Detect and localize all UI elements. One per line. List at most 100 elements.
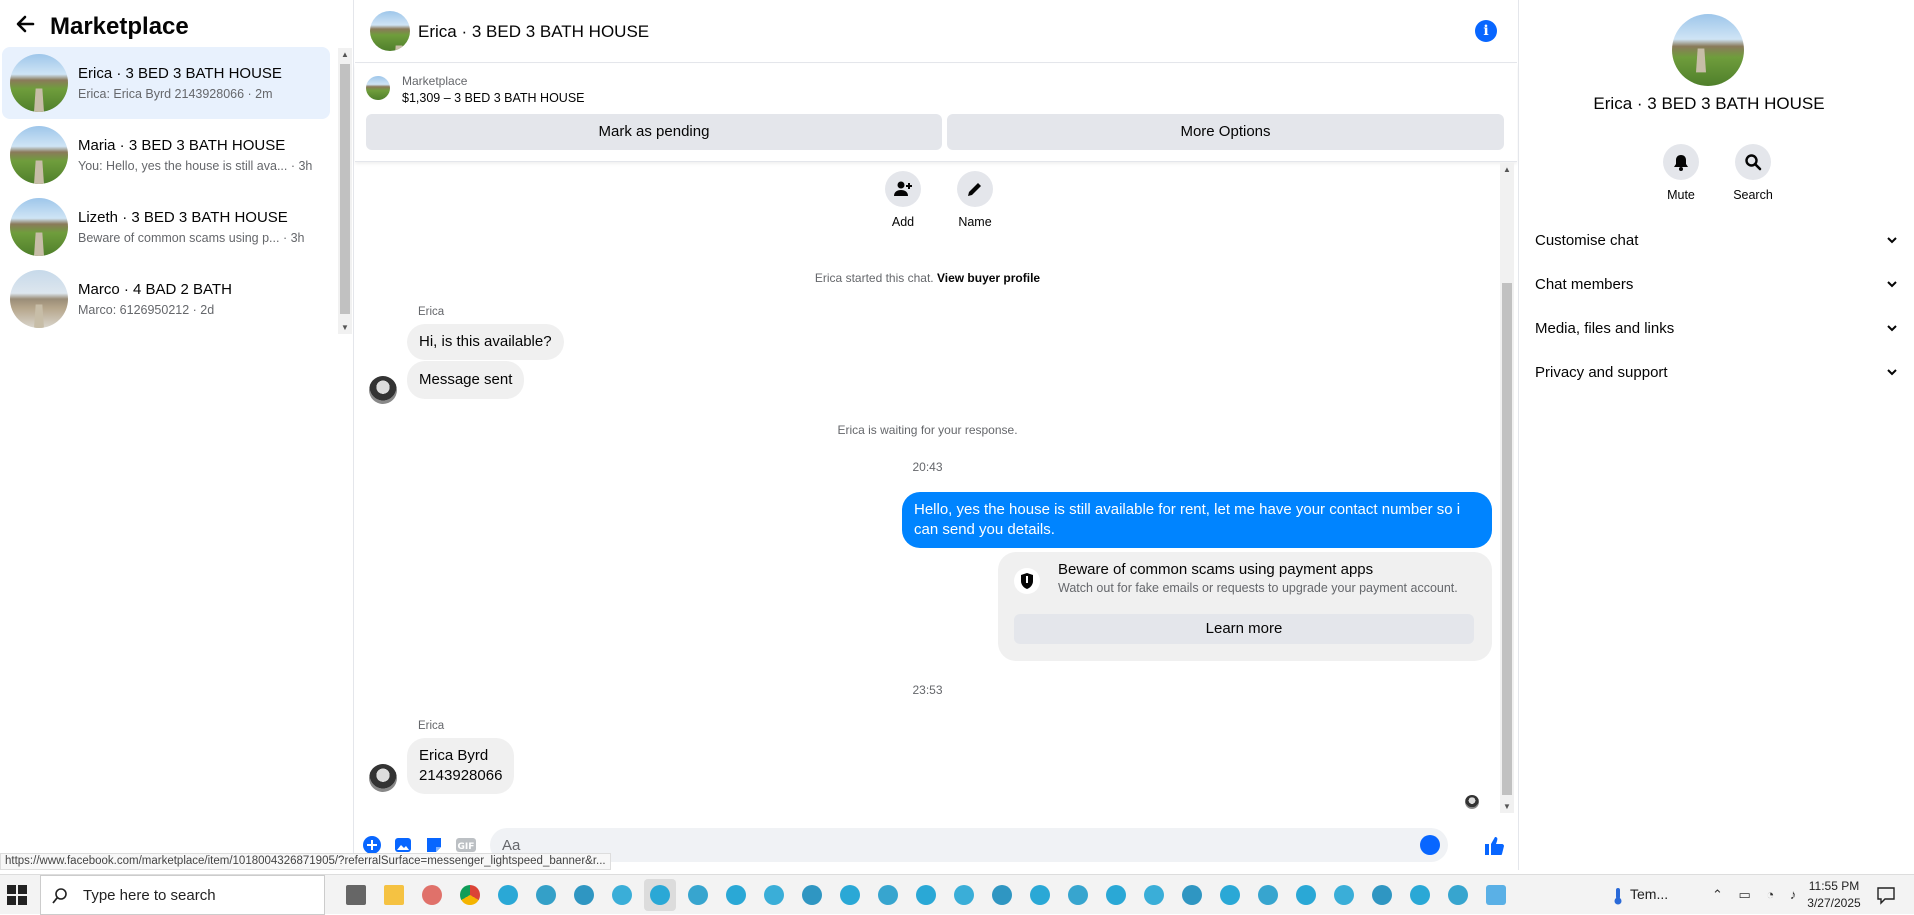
listing-thumbnail[interactable]	[366, 76, 390, 100]
notification-icon[interactable]	[1876, 885, 1896, 905]
thumbs-up-icon[interactable]	[1483, 835, 1504, 855]
scam-warning-card: Beware of common scams using payment app…	[998, 552, 1492, 661]
back-arrow-icon[interactable]	[14, 14, 36, 40]
add-label: Add	[891, 215, 915, 229]
incoming-message[interactable]: Message sent	[407, 361, 525, 399]
search-action[interactable]: Search	[1723, 144, 1783, 202]
privacy-support-section[interactable]: Privacy and support	[1535, 354, 1897, 390]
add-person-icon[interactable]	[885, 171, 921, 207]
conversation-item-erica[interactable]: Erica · 3 BED 3 BATH HOUSE Erica: Erica …	[2, 47, 330, 119]
sticker-icon[interactable]	[424, 835, 444, 855]
edge-profile-icon[interactable]	[758, 879, 790, 911]
edge-profile-icon[interactable]	[1024, 879, 1056, 911]
chat-members-section[interactable]: Chat members	[1535, 266, 1897, 302]
edge-profile-icon[interactable]	[948, 879, 980, 911]
listing-thumbnail	[10, 54, 68, 112]
edge-profile-icon[interactable]	[492, 879, 524, 911]
notepad-icon[interactable]	[1480, 879, 1512, 911]
edge-profile-icon[interactable]	[1062, 879, 1094, 911]
sidebar-scrollbar[interactable]: ▲ ▼	[338, 48, 352, 334]
edge-profile-icon[interactable]	[1290, 879, 1322, 911]
conversation-preview: You: Hello, yes the house is still ava..…	[78, 159, 313, 173]
chat-avatar-large[interactable]	[1672, 14, 1744, 86]
edge-profile-icon[interactable]	[530, 879, 562, 911]
incoming-message[interactable]: Erica Byrd 2143928066	[407, 738, 515, 794]
thermometer-icon[interactable]	[1612, 887, 1624, 910]
edge-profile-icon[interactable]	[1442, 879, 1474, 911]
scrollbar-thumb[interactable]	[340, 64, 350, 314]
edge-profile-icon[interactable]	[1100, 879, 1132, 911]
conversation-item-lizeth[interactable]: Lizeth · 3 BED 3 BATH HOUSE Beware of co…	[2, 191, 330, 263]
edge-profile-icon[interactable]	[606, 879, 638, 911]
incoming-message[interactable]: Hi, is this available?	[407, 324, 564, 360]
edge-profile-icon[interactable]	[1366, 879, 1398, 911]
chat-details-panel: Erica · 3 BED 3 BATH HOUSE Mute Search C…	[1518, 0, 1914, 870]
name-chat-action[interactable]: Name	[945, 171, 1005, 229]
view-buyer-profile-link[interactable]: View buyer profile	[937, 271, 1040, 285]
learn-more-button[interactable]: Learn more	[1014, 614, 1474, 644]
plus-icon[interactable]	[362, 835, 382, 855]
edge-profile-icon[interactable]	[1176, 879, 1208, 911]
conversation-name: Erica · 3 BED 3 BATH HOUSE	[78, 65, 282, 82]
scroll-up-icon[interactable]: ▲	[1503, 165, 1511, 174]
media-files-links-section[interactable]: Media, files and links	[1535, 310, 1897, 346]
emoji-icon[interactable]	[1420, 835, 1440, 855]
taskbar-search-box[interactable]: Type here to search	[40, 875, 325, 915]
edge-profile-icon[interactable]	[1328, 879, 1360, 911]
edge-profile-icon[interactable]	[644, 879, 676, 911]
mute-action[interactable]: Mute	[1651, 144, 1711, 202]
edge-profile-icon[interactable]	[1214, 879, 1246, 911]
edge-profile-icon[interactable]	[796, 879, 828, 911]
pencil-icon[interactable]	[957, 171, 993, 207]
conversation-item-maria[interactable]: Maria · 3 BED 3 BATH HOUSE You: Hello, y…	[2, 119, 330, 191]
waiting-notice: Erica is waiting for your response.	[837, 423, 1018, 437]
sender-avatar[interactable]	[369, 764, 397, 792]
add-member-action[interactable]: Add	[873, 171, 933, 229]
windows-start-icon[interactable]	[6, 884, 28, 906]
chat-avatar[interactable]	[370, 11, 410, 51]
photo-icon[interactable]	[393, 835, 413, 855]
edge-profile-icon[interactable]	[986, 879, 1018, 911]
message-input[interactable]: Aa	[490, 828, 1448, 862]
section-label: Chat members	[1535, 275, 1634, 293]
edge-profile-icon[interactable]	[1138, 879, 1170, 911]
edge-profile-icon[interactable]	[1252, 879, 1284, 911]
chevron-down-icon	[1887, 281, 1897, 288]
task-view-icon[interactable]	[340, 879, 372, 911]
thread-scrollbar[interactable]: ▲ ▼	[1500, 163, 1514, 813]
search-icon[interactable]	[1735, 144, 1771, 180]
info-icon[interactable]: i	[1475, 20, 1497, 42]
scroll-down-icon[interactable]: ▼	[341, 323, 349, 332]
edge-profile-icon[interactable]	[872, 879, 904, 911]
taskbar-clock[interactable]: 11:55 PM 3/27/2025	[1804, 878, 1864, 912]
app-icon[interactable]	[416, 879, 448, 911]
outgoing-message[interactable]: Hello, yes the house is still available …	[902, 492, 1492, 548]
sidebar-header: Marketplace	[14, 12, 189, 42]
edge-profile-icon[interactable]	[910, 879, 942, 911]
conversation-name: Marco · 4 BAD 2 BATH	[78, 281, 232, 298]
mark-as-pending-button[interactable]: Mark as pending	[366, 114, 942, 150]
file-explorer-icon[interactable]	[378, 879, 410, 911]
scrollbar-thumb[interactable]	[1502, 283, 1512, 795]
edge-profile-icon[interactable]	[568, 879, 600, 911]
conversation-item-marco[interactable]: Marco · 4 BAD 2 BATH Marco: 6126950212 ·…	[2, 263, 330, 335]
bell-icon[interactable]	[1663, 144, 1699, 180]
tray-icons[interactable]: ⌃ ▭ ◔ ♪	[1712, 887, 1802, 903]
taskbar-app-list	[340, 879, 1512, 911]
customise-chat-section[interactable]: Customise chat	[1535, 222, 1897, 258]
more-options-button[interactable]: More Options	[947, 114, 1504, 150]
edge-profile-icon[interactable]	[720, 879, 752, 911]
gif-icon[interactable]: GIF	[455, 835, 476, 855]
message-placeholder: Aa	[502, 837, 521, 854]
listing-price[interactable]: $1,309 – 3 BED 3 BATH HOUSE	[402, 91, 585, 105]
sender-avatar[interactable]	[369, 376, 397, 404]
edge-profile-icon[interactable]	[1404, 879, 1436, 911]
edge-profile-icon[interactable]	[834, 879, 866, 911]
edge-profile-icon[interactable]	[682, 879, 714, 911]
chat-title[interactable]: Erica · 3 BED 3 BATH HOUSE	[418, 22, 649, 42]
scroll-up-icon[interactable]: ▲	[341, 50, 349, 59]
weather-widget[interactable]: Tem...	[1630, 886, 1668, 902]
chrome-icon[interactable]	[454, 879, 486, 911]
conversation-name: Lizeth · 3 BED 3 BATH HOUSE	[78, 209, 288, 226]
scroll-down-icon[interactable]: ▼	[1503, 802, 1511, 811]
